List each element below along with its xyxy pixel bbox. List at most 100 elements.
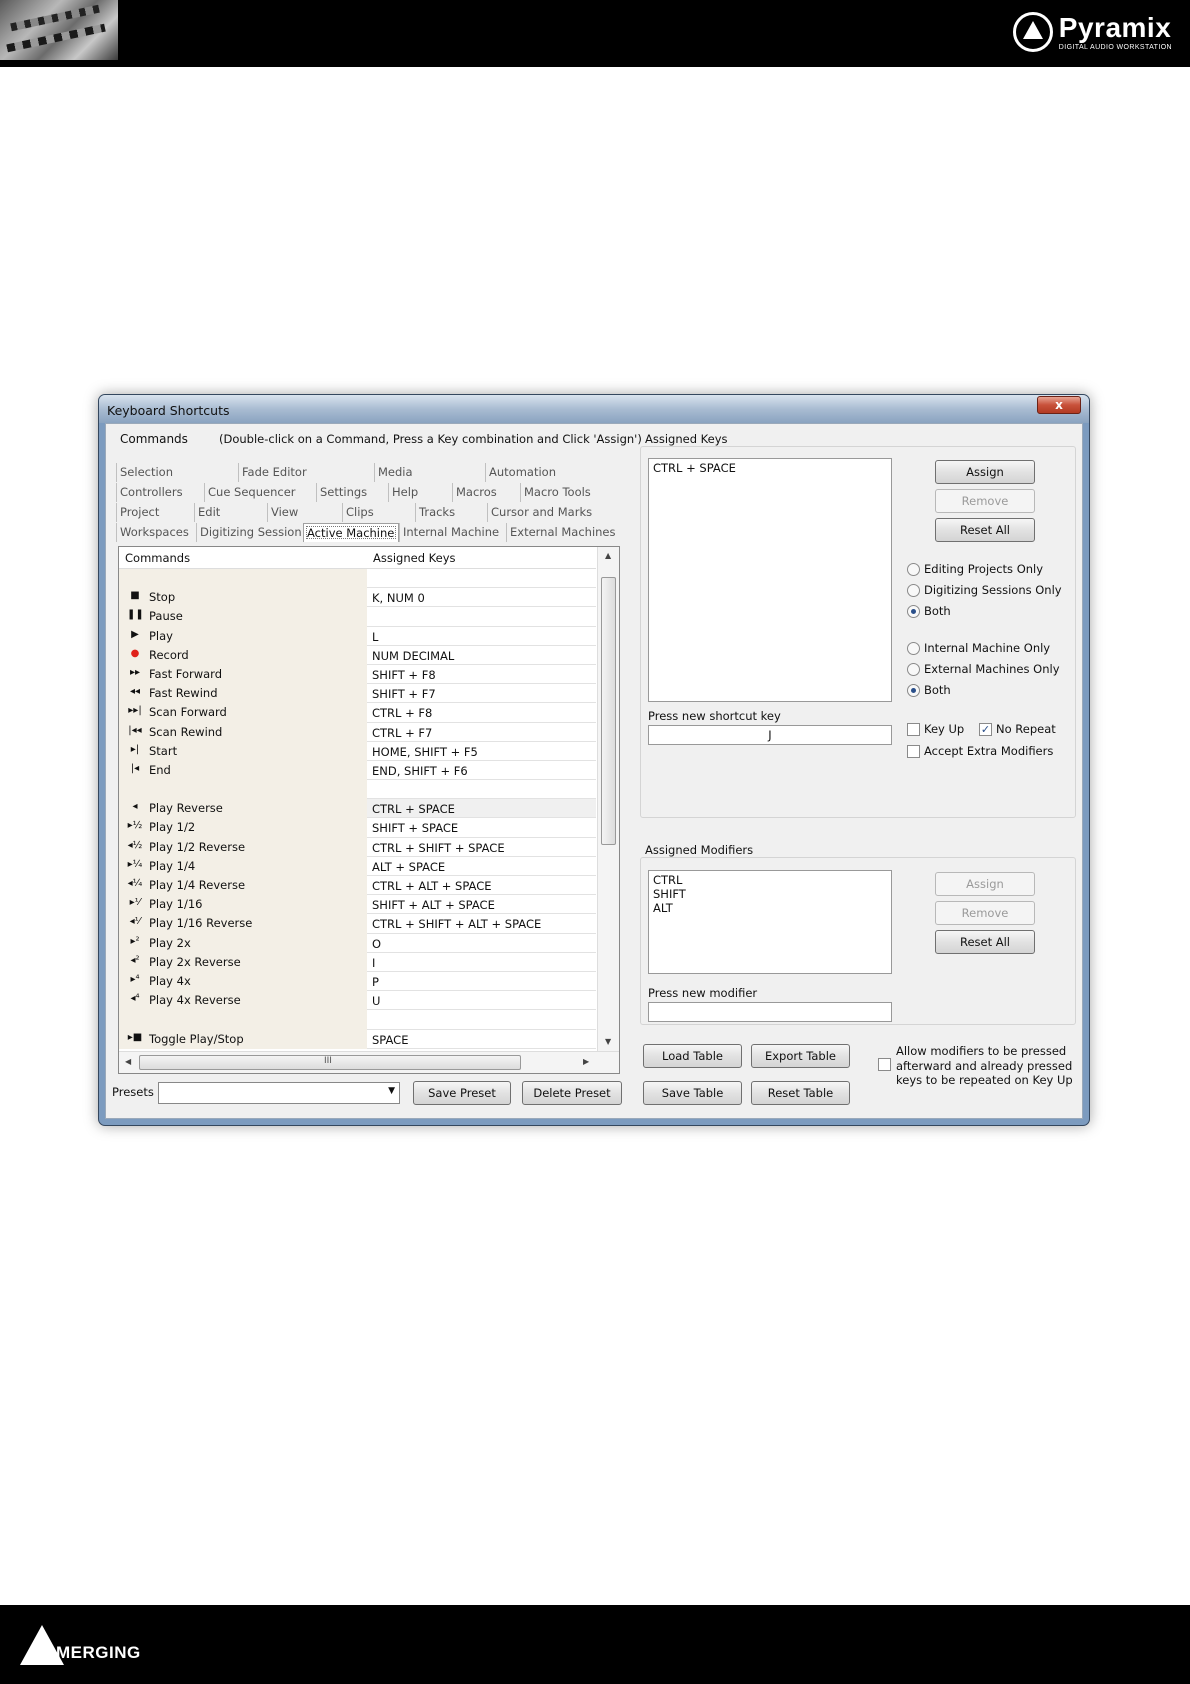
horizontal-scrollbar[interactable]: ◀ III ▶ (119, 1051, 619, 1073)
tab-edit[interactable]: Edit (194, 503, 267, 522)
assigned-keys-cell[interactable]: SHIFT + F8 (367, 665, 596, 685)
command-row[interactable]: ◂⅟ Play 1/16 Reverse CTRL + SHIFT + ALT + … (119, 914, 596, 934)
command-cell[interactable]: |◂◂ Scan Rewind (119, 722, 367, 742)
save-table-button[interactable]: Save Table (643, 1081, 742, 1105)
command-row[interactable]: ▶ Play L (119, 626, 596, 646)
tab-internal-machine[interactable]: Internal Machine (399, 523, 506, 542)
command-cell[interactable]: ▸▸ Fast Forward (119, 664, 367, 685)
assigned-keys-cell[interactable]: ALT + SPACE (367, 857, 596, 876)
scope-radio[interactable]: Editing Projects Only (907, 562, 1043, 576)
reset-table-button[interactable]: Reset Table (751, 1081, 850, 1105)
radio-button[interactable] (907, 641, 920, 655)
assigned-keys-cell[interactable]: CTRL + ALT + SPACE (367, 876, 596, 896)
delete-preset-button[interactable]: Delete Preset (522, 1081, 622, 1105)
assigned-keys-cell[interactable]: K, NUM 0 (367, 588, 596, 608)
machine-radio[interactable]: Internal Machine Only (907, 641, 1050, 655)
machine-radio[interactable]: Both (907, 683, 951, 697)
tab-macros[interactable]: Macros (452, 483, 520, 502)
command-cell[interactable]: ▸² Play 2x (119, 933, 367, 953)
tab-active-machine[interactable]: Active Machine (303, 523, 399, 542)
column-header-assigned-keys[interactable]: Assigned Keys (373, 551, 456, 565)
command-row[interactable]: ▸▸| Scan Forward CTRL + F8 (119, 703, 596, 723)
radio-button[interactable] (907, 562, 920, 576)
command-row[interactable]: ◂½ Play 1/2 Reverse CTRL + SHIFT + SPACE (119, 837, 596, 857)
command-cell[interactable]: ▸⅟ Play 1/16 (119, 895, 367, 915)
no-repeat-checkbox[interactable]: ✓ No Repeat (979, 722, 1056, 736)
command-cell[interactable]: ❚❚ Pause (119, 607, 367, 627)
command-cell[interactable]: ◂◂ Fast Rewind (119, 684, 367, 704)
tab-settings[interactable]: Settings (316, 483, 388, 502)
scroll-down-arrow-icon[interactable]: ▼ (605, 1037, 611, 1046)
command-row[interactable]: ◂² Play 2x Reverse I (119, 952, 596, 972)
command-cell[interactable]: ◂ Play Reverse (119, 799, 367, 819)
assigned-keys-cell[interactable]: CTRL + F7 (367, 723, 596, 742)
command-row[interactable]: ▸■ Toggle Play/Stop SPACE (119, 1029, 596, 1049)
assigned-keys-cell[interactable]: U (367, 991, 596, 1011)
vertical-scroll-thumb[interactable] (601, 577, 616, 845)
assigned-keys-cell[interactable] (367, 780, 596, 800)
accept-extra-modifiers-checkbox[interactable]: Accept Extra Modifiers (907, 744, 1053, 758)
close-button[interactable]: x (1037, 396, 1081, 414)
assigned-keys-cell[interactable]: CTRL + SPACE (367, 799, 596, 819)
tab-fade-editor[interactable]: Fade Editor (238, 463, 374, 482)
radio-button[interactable] (907, 604, 920, 618)
assigned-keys-cell[interactable] (367, 569, 596, 589)
radio-button[interactable] (907, 683, 920, 697)
command-row[interactable]: ▸² Play 2x O (119, 933, 596, 953)
command-row[interactable]: ● Record NUM DECIMAL (119, 645, 596, 665)
tab-external-machines[interactable]: External Machines (506, 523, 622, 542)
assigned-key-item[interactable]: CTRL + SPACE (653, 461, 887, 475)
command-row[interactable]: ❚❚ Pause (119, 607, 596, 627)
assigned-keys-cell[interactable]: HOME, SHIFT + F5 (367, 742, 596, 761)
export-table-button[interactable]: Export Table (751, 1044, 850, 1068)
assigned-keys-cell[interactable]: SHIFT + F7 (367, 684, 596, 704)
command-cell[interactable]: ◂¼ Play 1/4 Reverse (119, 876, 367, 896)
tab-clips[interactable]: Clips (342, 503, 415, 522)
assigned-keys-cell[interactable]: CTRL + SHIFT + SPACE (367, 838, 596, 857)
assigned-keys-cell[interactable]: SHIFT + ALT + SPACE (367, 895, 596, 915)
command-cell[interactable]: ▸| Start (119, 741, 367, 761)
command-cell[interactable]: ▸▸| Scan Forward (119, 703, 367, 723)
radio-button[interactable] (907, 583, 920, 597)
assigned-keys-cell[interactable]: L (367, 627, 596, 646)
command-cell[interactable]: ◂² Play 2x Reverse (119, 952, 367, 972)
command-cell[interactable] (119, 1010, 367, 1030)
command-cell[interactable]: ◂½ Play 1/2 Reverse (119, 837, 367, 857)
no-repeat-box[interactable]: ✓ (979, 722, 992, 736)
command-row[interactable] (119, 780, 596, 800)
scope-radio[interactable]: Both (907, 604, 951, 618)
command-cell[interactable]: ▸■ Toggle Play/Stop (119, 1029, 367, 1049)
command-row[interactable]: ▸½ Play 1/2 SHIFT + SPACE (119, 818, 596, 838)
assigned-modifier-item[interactable]: SHIFT (653, 887, 887, 901)
assigned-keys-cell[interactable]: I (367, 953, 596, 972)
assigned-keys-cell[interactable]: P (367, 972, 596, 992)
reset-all-keys-button[interactable]: Reset All (935, 518, 1035, 542)
radio-button[interactable] (907, 662, 920, 676)
assign-key-button[interactable]: Assign (935, 460, 1035, 484)
key-up-checkbox[interactable]: Key Up (907, 722, 964, 736)
scroll-left-arrow-icon[interactable]: ◀ (125, 1057, 131, 1066)
command-row[interactable]: ▸¼ Play 1/4 ALT + SPACE (119, 856, 596, 876)
tab-selection[interactable]: Selection (116, 463, 238, 482)
key-up-box[interactable] (907, 722, 920, 736)
assigned-keys-cell[interactable]: SHIFT + SPACE (367, 818, 596, 838)
assigned-modifier-item[interactable]: CTRL (653, 873, 887, 887)
command-row[interactable]: ▸⅟ Play 1/16 SHIFT + ALT + SPACE (119, 895, 596, 915)
reset-all-modifiers-button[interactable]: Reset All (935, 930, 1035, 954)
command-cell[interactable]: ■ Stop (119, 588, 367, 608)
title-bar[interactable]: Keyboard Shortcuts x (99, 395, 1089, 423)
command-row[interactable]: ◂⁴ Play 4x Reverse U (119, 991, 596, 1011)
command-cell[interactable]: ▸¼ Play 1/4 (119, 856, 367, 876)
command-row[interactable]: ■ Stop K, NUM 0 (119, 588, 596, 608)
assigned-keys-cell[interactable] (367, 607, 596, 627)
tab-project[interactable]: Project (116, 503, 194, 522)
command-row[interactable]: ▸| Start HOME, SHIFT + F5 (119, 741, 596, 761)
assigned-modifier-item[interactable]: ALT (653, 901, 887, 915)
assigned-keys-cell[interactable]: SPACE (367, 1030, 596, 1049)
command-cell[interactable]: ▸½ Play 1/2 (119, 818, 367, 838)
command-row[interactable]: ◂◂ Fast Rewind SHIFT + F7 (119, 684, 596, 704)
vertical-scrollbar[interactable]: ▲ ▼ (597, 547, 619, 1051)
save-preset-button[interactable]: Save Preset (413, 1081, 511, 1105)
command-cell[interactable]: ▶ Play (119, 626, 367, 646)
machine-radio[interactable]: External Machines Only (907, 662, 1060, 676)
